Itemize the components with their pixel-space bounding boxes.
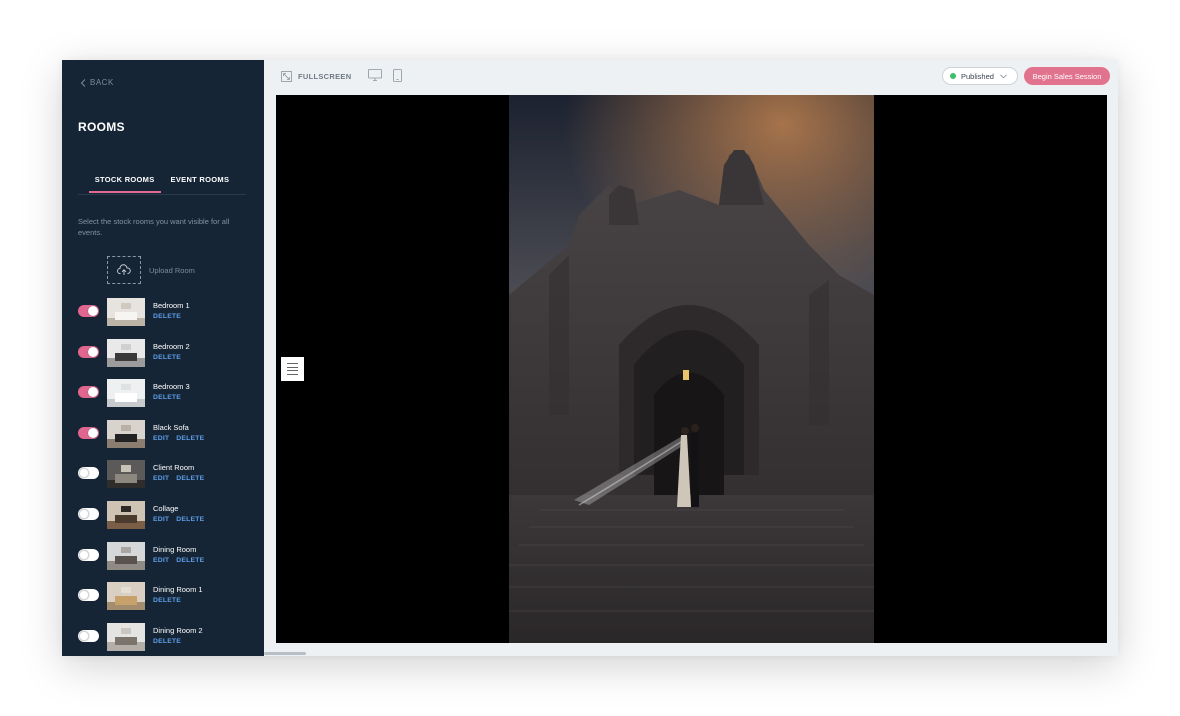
upload-room-button[interactable]	[107, 256, 141, 284]
room-name: Bedroom 3	[153, 382, 190, 392]
cathedral-photo	[509, 95, 874, 643]
room-name: Bedroom 1	[153, 301, 190, 310]
room-list: Bedroom 1 DELETE Bedroom 2 DELETE Bedroo…	[62, 297, 264, 656]
hamburger-icon-line	[287, 373, 298, 375]
room-visibility-toggle[interactable]	[78, 629, 99, 642]
room-name: Client Room	[153, 463, 195, 473]
desktop-view-button[interactable]	[368, 69, 382, 81]
publish-status-dropdown[interactable]: Published	[942, 67, 1018, 85]
chevron-left-icon	[80, 78, 86, 87]
room-visibility-toggle[interactable]	[78, 467, 99, 480]
hamburger-icon	[287, 363, 298, 365]
tab-event-rooms[interactable]: EVENT ROOMS	[165, 170, 236, 188]
begin-sales-session-button[interactable]: Begin Sales Session	[1024, 67, 1110, 85]
rooms-sidebar: BACK ROOMS STOCK ROOMS EVENT ROOMS Selec…	[62, 60, 264, 656]
mobile-icon	[393, 69, 402, 82]
room-visibility-toggle[interactable]	[78, 386, 99, 399]
room-visibility-toggle[interactable]	[78, 507, 99, 520]
room-edit-link[interactable]: EDIT	[153, 435, 169, 442]
list-item: Client Room EDIT DELETE	[62, 459, 264, 500]
list-item: Bedroom 2 DELETE	[62, 338, 264, 379]
room-name: Dining Room	[153, 544, 197, 554]
room-delete-link[interactable]: DELETE	[176, 475, 204, 482]
room-visibility-toggle[interactable]	[78, 548, 99, 561]
room-edit-link[interactable]: EDIT	[153, 557, 169, 564]
room-visibility-toggle[interactable]	[78, 426, 99, 439]
list-item: Bedroom 3 DELETE	[62, 378, 264, 419]
room-delete-link[interactable]: DELETE	[176, 557, 204, 564]
list-item: Dining Room 2 DELETE	[62, 622, 264, 656]
room-delete-link[interactable]: DELETE	[153, 394, 181, 401]
fullscreen-label: FULLSCREEN	[298, 72, 352, 81]
room-delete-link[interactable]: DELETE	[153, 354, 181, 361]
fullscreen-button[interactable]: FULLSCREEN	[281, 71, 351, 82]
chevron-down-icon	[1000, 74, 1007, 78]
room-thumbnail	[107, 379, 145, 408]
room-visibility-toggle[interactable]	[78, 589, 99, 602]
room-delete-link[interactable]: DELETE	[176, 435, 204, 442]
cloud-upload-icon	[117, 264, 131, 275]
room-delete-link[interactable]: DELETE	[153, 638, 181, 645]
room-delete-link[interactable]: DELETE	[153, 313, 181, 320]
hamburger-icon-line	[287, 366, 298, 368]
room-preview	[276, 95, 1107, 643]
room-delete-link[interactable]: DELETE	[153, 597, 181, 604]
desktop-icon	[368, 69, 382, 81]
room-name: Dining Room 2	[153, 625, 203, 635]
back-link[interactable]: BACK	[80, 78, 114, 87]
sidebar-title: ROOMS	[78, 120, 125, 134]
mobile-view-button[interactable]	[393, 69, 402, 82]
list-item: Dining Room 1 DELETE	[62, 581, 264, 622]
room-visibility-toggle[interactable]	[78, 345, 99, 358]
horizontal-scrollbar[interactable]	[264, 652, 306, 655]
list-item: Dining Room EDIT DELETE	[62, 541, 264, 582]
room-thumbnail	[107, 338, 145, 367]
menu-button[interactable]	[281, 357, 304, 381]
room-thumbnail	[107, 622, 145, 651]
list-item: Collage EDIT DELETE	[62, 500, 264, 541]
room-delete-link[interactable]: DELETE	[176, 516, 204, 523]
fullscreen-icon	[281, 71, 292, 82]
tab-stock-rooms[interactable]: STOCK ROOMS	[88, 170, 161, 193]
list-item: Bedroom 1 DELETE	[62, 297, 264, 338]
room-thumbnail	[107, 419, 145, 448]
room-name: Collage	[153, 503, 179, 513]
app-window: BACK ROOMS STOCK ROOMS EVENT ROOMS Selec…	[62, 60, 1118, 656]
back-label: BACK	[90, 78, 114, 87]
room-visibility-toggle[interactable]	[78, 305, 99, 317]
room-tabs: STOCK ROOMS EVENT ROOMS	[78, 170, 246, 195]
upload-room-label: Upload Room	[149, 265, 195, 275]
room-name: Black Sofa	[153, 422, 189, 432]
room-thumbnail	[107, 460, 145, 489]
room-edit-link[interactable]: EDIT	[153, 516, 169, 523]
room-thumbnail	[107, 582, 145, 611]
room-edit-link[interactable]: EDIT	[153, 475, 169, 482]
hamburger-icon-line	[287, 370, 298, 372]
list-item: Black Sofa EDIT DELETE	[62, 419, 264, 460]
room-name: Bedroom 2	[153, 341, 190, 351]
upload-room: Upload Room	[107, 256, 195, 284]
rooms-description: Select the stock rooms you want visible …	[78, 217, 230, 237]
status-label: Published	[961, 71, 994, 81]
preview-toolbar: FULLSCREEN Published Begin Sales Session	[264, 60, 1118, 94]
room-thumbnail	[107, 500, 145, 529]
room-name: Dining Room 1	[153, 585, 203, 595]
status-dot	[950, 73, 956, 79]
room-thumbnail	[107, 541, 145, 570]
room-thumbnail	[107, 298, 145, 326]
